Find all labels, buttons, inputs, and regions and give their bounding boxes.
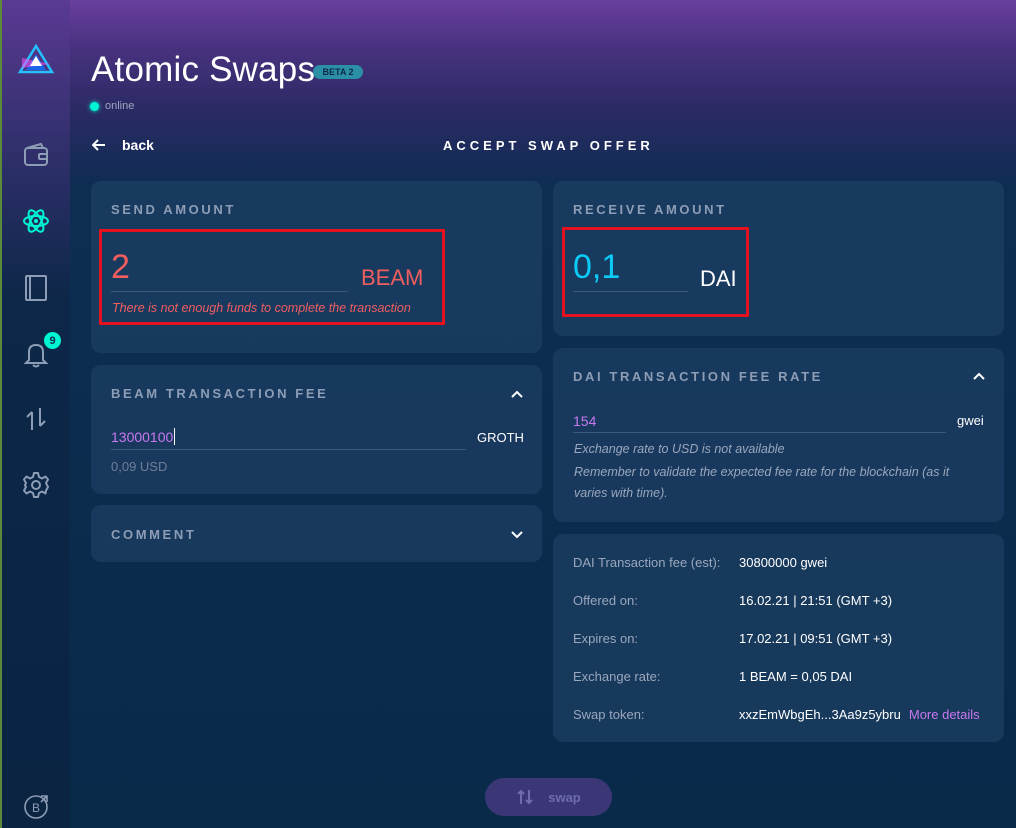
beam-fee-usd: 0,09 USD bbox=[111, 459, 168, 474]
swap-token-value: xxzEmWbgEh...3Aa9z5ybru More details bbox=[739, 707, 980, 722]
detail-label: DAI Transaction fee (est): bbox=[573, 555, 721, 570]
sidebar: 9 B bbox=[2, 0, 70, 828]
detail-label: Swap token: bbox=[573, 707, 645, 722]
fee-rate-reminder: Remember to validate the expected fee ra… bbox=[574, 465, 950, 500]
receive-currency[interactable]: DAI bbox=[700, 266, 737, 292]
swap-button[interactable]: swap bbox=[485, 778, 612, 816]
send-amount-underline bbox=[111, 291, 348, 292]
detail-label: Offered on: bbox=[573, 593, 638, 608]
address-book-icon[interactable] bbox=[20, 272, 52, 304]
beta-badge: BETA 2 bbox=[313, 65, 363, 79]
detail-value: 1 BEAM = 0,05 DAI bbox=[739, 669, 853, 684]
dai-fee-input[interactable]: 154 bbox=[573, 413, 596, 429]
detail-value: 30800000 gwei bbox=[739, 555, 828, 570]
swap-arrows-icon bbox=[517, 789, 533, 805]
chevron-up-icon[interactable] bbox=[510, 387, 524, 401]
usd-rate-note: Exchange rate to USD is not available bbox=[574, 442, 785, 456]
dai-fee-title: DAI TRANSACTION FEE RATE bbox=[573, 369, 823, 384]
beam-logo-icon bbox=[16, 43, 56, 76]
receive-amount-title: RECEIVE AMOUNT bbox=[573, 202, 727, 217]
accept-swap-heading: ACCEPT SWAP OFFER bbox=[443, 138, 654, 153]
atomic-swap-icon[interactable] bbox=[20, 205, 52, 237]
beam-explorer-icon[interactable]: B bbox=[20, 790, 52, 822]
receive-amount-underline bbox=[573, 291, 688, 292]
send-amount-title: SEND AMOUNT bbox=[111, 202, 236, 217]
send-currency[interactable]: BEAM bbox=[361, 265, 423, 291]
page-title: Atomic Swaps bbox=[91, 50, 316, 89]
more-details-link[interactable]: More details bbox=[909, 707, 980, 722]
text-cursor bbox=[174, 428, 175, 445]
back-label: back bbox=[122, 137, 154, 153]
status-label: online bbox=[105, 100, 135, 112]
beam-fee-underline bbox=[111, 449, 466, 450]
beam-fee-input[interactable]: 13000100 bbox=[111, 429, 173, 445]
chevron-up-icon[interactable] bbox=[972, 369, 986, 383]
chevron-down-icon[interactable] bbox=[510, 527, 524, 541]
settings-icon[interactable] bbox=[20, 469, 52, 501]
connection-status: online bbox=[90, 100, 134, 112]
send-amount-input[interactable]: 2 bbox=[111, 248, 130, 287]
svg-text:B: B bbox=[32, 801, 40, 815]
transactions-icon[interactable] bbox=[20, 403, 52, 435]
back-button[interactable]: back bbox=[92, 137, 154, 153]
wallet-icon[interactable] bbox=[20, 140, 52, 172]
swap-token: xxzEmWbgEh...3Aa9z5ybru bbox=[739, 707, 901, 722]
beam-fee-unit: GROTH bbox=[477, 430, 524, 445]
dai-fee-underline bbox=[573, 432, 946, 433]
detail-label: Expires on: bbox=[573, 631, 639, 646]
arrow-left-icon bbox=[92, 139, 105, 151]
online-status-icon bbox=[90, 101, 99, 111]
receive-amount-input[interactable]: 0,1 bbox=[573, 248, 620, 287]
detail-label: Exchange rate: bbox=[573, 669, 661, 684]
notifications-badge: 9 bbox=[44, 332, 61, 349]
send-error-message: There is not enough funds to complete th… bbox=[112, 301, 411, 315]
detail-value: 16.02.21 | 21:51 (GMT +3) bbox=[739, 593, 893, 608]
swap-label: swap bbox=[548, 789, 581, 805]
beam-fee-title: BEAM TRANSACTION FEE bbox=[111, 386, 329, 401]
dai-fee-unit: gwei bbox=[957, 413, 984, 428]
comment-title: COMMENT bbox=[111, 527, 197, 542]
detail-value: 17.02.21 | 09:51 (GMT +3) bbox=[739, 631, 893, 646]
